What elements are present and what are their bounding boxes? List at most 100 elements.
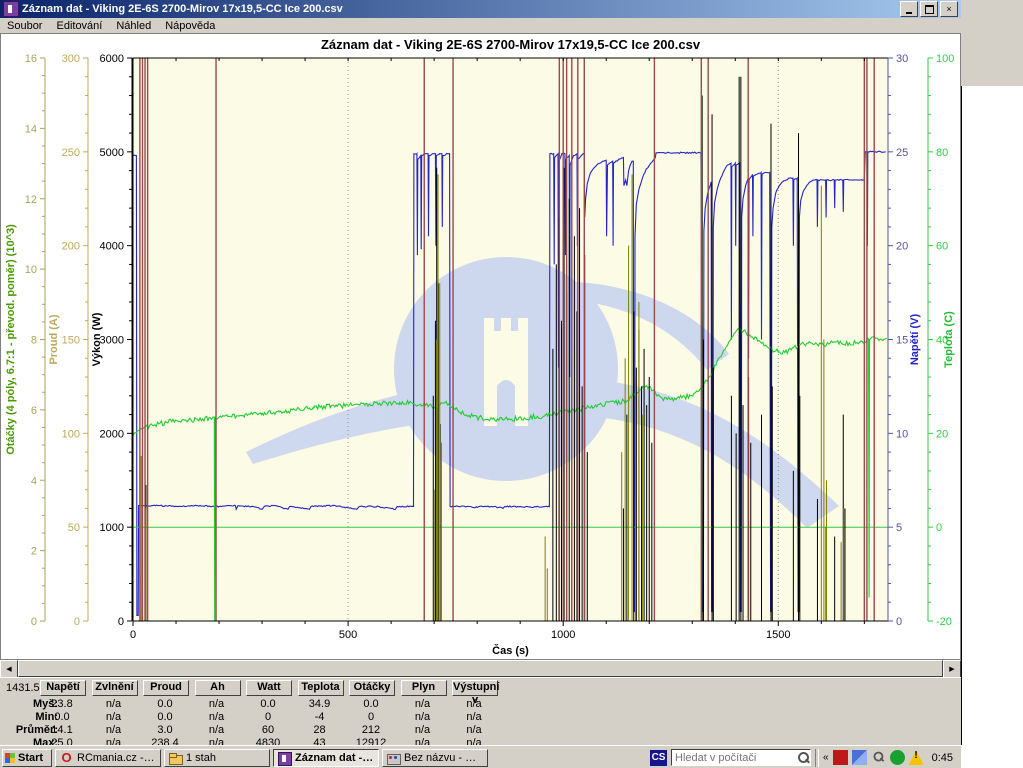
- svg-text:Výkon (W): Výkon (W): [91, 312, 103, 366]
- window-controls: ×: [900, 1, 961, 17]
- window-edge-line: [961, 86, 962, 745]
- stat-column-button-v-stupn-v[interactable]: Výstupní v: [452, 680, 498, 696]
- stat-value: n/a: [92, 724, 136, 736]
- menu-bar: SouborEditováníNáhledNápověda: [0, 18, 961, 34]
- tray-magnifier-icon[interactable]: [871, 750, 886, 765]
- svg-text:6: 6: [31, 405, 37, 417]
- chart-canvas[interactable]: 0246810121416Otáčky (4 póly, 6.7:1 - pře…: [1, 34, 962, 677]
- task-button-3[interactable]: Záznam dat - Viking 2...: [273, 749, 379, 767]
- tray-warning-icon[interactable]: !: [909, 750, 924, 765]
- stat-column-button-watt[interactable]: Watt: [246, 680, 292, 696]
- svg-text:50: 50: [68, 522, 80, 534]
- svg-text:1000: 1000: [100, 522, 124, 534]
- task-button-label: Bez názvu - Malování: [404, 752, 484, 764]
- horizontal-scrollbar[interactable]: ◀ ▶: [0, 660, 961, 677]
- app-window: Záznam dat - Viking 2E-6S 2700-Mirov 17x…: [0, 0, 961, 745]
- stat-value: n/a: [452, 698, 496, 710]
- scroll-left-button[interactable]: ◀: [0, 660, 18, 678]
- svg-text:3000: 3000: [100, 335, 124, 347]
- stat-value: n/a: [401, 724, 445, 736]
- svg-text:200: 200: [62, 241, 80, 253]
- svg-text:-20: -20: [936, 616, 952, 628]
- svg-text:Napětí (V): Napětí (V): [909, 313, 921, 365]
- stat-column-button-ot-ky[interactable]: Otáčky: [349, 680, 395, 696]
- tray-green-status-icon[interactable]: [890, 750, 905, 765]
- svg-text:0: 0: [936, 522, 942, 534]
- svg-text:16: 16: [25, 53, 37, 65]
- stat-value: n/a: [452, 724, 496, 736]
- paint-icon: [386, 751, 401, 765]
- opera-icon: O: [59, 751, 74, 765]
- restore-icon: [925, 5, 934, 14]
- stat-value: 60: [246, 724, 290, 736]
- svg-text:0: 0: [130, 629, 136, 641]
- stat-column-button-ah[interactable]: Ah: [195, 680, 241, 696]
- stat-column-button-zvln-n-[interactable]: Zvlnění: [92, 680, 138, 696]
- svg-text:12: 12: [25, 194, 37, 206]
- screen: Záznam dat - Viking 2E-6S 2700-Mirov 17x…: [0, 0, 1023, 768]
- task-button-label: Záznam dat - Viking 2...: [295, 752, 375, 764]
- stat-value: 34.9: [298, 698, 342, 710]
- svg-text:6000: 6000: [100, 53, 124, 65]
- minimize-button[interactable]: [900, 1, 918, 17]
- svg-text:Proud (A): Proud (A): [48, 314, 60, 364]
- task-button-label: 1 stah: [186, 752, 216, 764]
- axis-napeti: 051015202530Napětí (V): [888, 53, 921, 628]
- stat-value: n/a: [195, 698, 239, 710]
- task-button-2[interactable]: 1 stah: [164, 749, 270, 767]
- svg-text:80: 80: [936, 147, 948, 159]
- stat-value: 28: [298, 724, 342, 736]
- tray-red-app-icon[interactable]: [833, 750, 848, 765]
- svg-text:0: 0: [896, 616, 902, 628]
- menu-item-1[interactable]: Soubor: [0, 19, 49, 33]
- svg-text:100: 100: [62, 428, 80, 440]
- tray-divider: [815, 749, 819, 767]
- collapse-chevron-icon[interactable]: «: [823, 752, 829, 763]
- stat-value: n/a: [92, 698, 136, 710]
- menu-item-3[interactable]: Náhled: [109, 19, 158, 33]
- svg-text:2000: 2000: [100, 428, 124, 440]
- stat-value: 0: [349, 711, 393, 723]
- menu-item-4[interactable]: Nápověda: [158, 19, 222, 33]
- language-indicator[interactable]: CS: [650, 750, 667, 766]
- tray-network-icon[interactable]: [852, 750, 867, 765]
- task-button-4[interactable]: Bez názvu - Malování: [382, 749, 488, 767]
- svg-text:0: 0: [31, 616, 37, 628]
- svg-text:5000: 5000: [100, 147, 124, 159]
- taskbar-search[interactable]: [671, 749, 811, 766]
- scroll-right-button[interactable]: ▶: [943, 660, 961, 678]
- stat-column-button-plyn[interactable]: Plyn: [401, 680, 447, 696]
- stat-value: n/a: [195, 724, 239, 736]
- svg-text:1500: 1500: [766, 629, 790, 641]
- svg-text:0: 0: [74, 616, 80, 628]
- scrollbar-thumb[interactable]: [18, 660, 943, 677]
- task-button-1[interactable]: ORCmania.cz - web pro m...: [55, 749, 161, 767]
- titlebar[interactable]: Záznam dat - Viking 2E-6S 2700-Mirov 17x…: [0, 0, 961, 18]
- restore-button[interactable]: [920, 1, 938, 17]
- background-strip: [961, 0, 1023, 768]
- stat-value: 0.0: [40, 711, 84, 723]
- svg-text:20: 20: [936, 428, 948, 440]
- stat-column-button-nap-t-[interactable]: Napětí: [40, 680, 86, 696]
- window-title: Záznam dat - Viking 2E-6S 2700-Mirov 17x…: [22, 3, 343, 15]
- task-button-label: RCmania.cz - web pro m...: [77, 752, 157, 764]
- chart-area: Záznam dat - Viking 2E-6S 2700-Mirov 17x…: [0, 33, 961, 660]
- svg-text:150: 150: [62, 335, 80, 347]
- axis-vykon: 0100020003000400050006000Výkon (W): [91, 53, 132, 628]
- stat-column-button-teplota[interactable]: Teplota: [298, 680, 344, 696]
- start-button[interactable]: Start: [2, 749, 52, 767]
- svg-text:300: 300: [62, 53, 80, 65]
- stat-value: 0: [246, 711, 290, 723]
- svg-text:8: 8: [31, 335, 37, 347]
- stat-value: 212: [349, 724, 393, 736]
- minimize-icon: [906, 12, 912, 14]
- menu-item-2[interactable]: Editování: [49, 19, 109, 33]
- svg-text:4: 4: [31, 475, 37, 487]
- search-input[interactable]: [672, 752, 796, 764]
- stat-column-button-proud[interactable]: Proud: [143, 680, 189, 696]
- close-button[interactable]: ×: [940, 1, 958, 17]
- stat-value: 23.8: [40, 698, 84, 710]
- search-icon[interactable]: [796, 751, 810, 765]
- svg-text:15: 15: [896, 335, 908, 347]
- svg-text:14: 14: [25, 123, 37, 135]
